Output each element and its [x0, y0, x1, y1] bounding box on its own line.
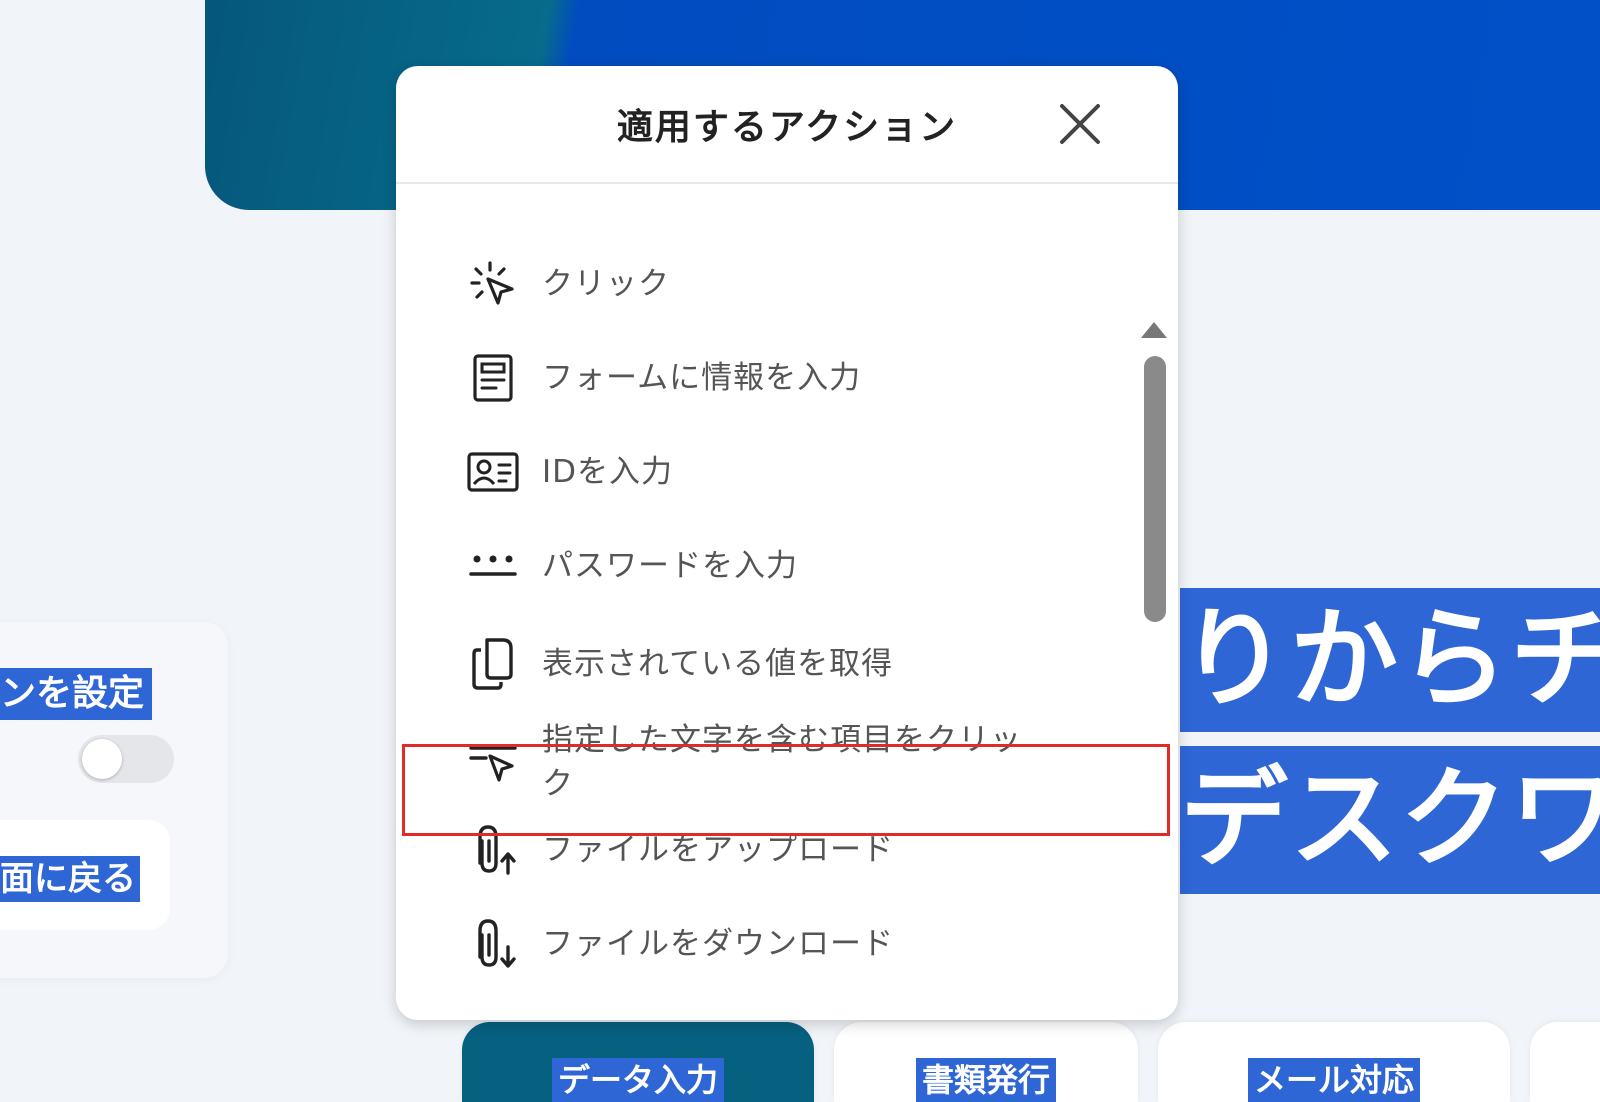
scrollbar-thumb[interactable] [1144, 356, 1166, 622]
copy-icon [466, 637, 520, 691]
close-button[interactable] [1056, 100, 1104, 148]
bottom-tab-data-entry[interactable]: データ入力 [462, 1022, 814, 1102]
action-item-click[interactable]: クリック [466, 244, 1086, 324]
action-item-label: 表示されている値を取得 [542, 646, 894, 682]
settings-card-label: ンを設定 [0, 668, 153, 720]
action-list[interactable]: クリック フォームに情報を入力 IDを入力 パスワードを入力 表示されている値を… [396, 184, 1178, 1020]
selection-highlight-frame [402, 744, 1170, 836]
bottom-tab-mail[interactable]: メール対応 [1158, 1022, 1510, 1102]
action-item-label: ファイルをダウンロード [542, 926, 894, 962]
action-item-get-displayed-value[interactable]: 表示されている値を取得 [466, 624, 1086, 704]
bottom-tab-label: 書類発行 [915, 1058, 1057, 1102]
action-item-label: クリック [542, 266, 670, 302]
action-item-label: フォームに情報を入力 [542, 360, 862, 396]
paperclip-download-icon [466, 917, 520, 971]
action-item-enter-id[interactable]: IDを入力 [466, 432, 1086, 512]
form-document-icon [466, 351, 520, 405]
click-pointer-icon [466, 257, 520, 311]
toggle-knob [82, 739, 122, 779]
modal-header: 適用するアクション [396, 66, 1178, 184]
bottom-tab-documents[interactable]: 書類発行 [834, 1022, 1138, 1102]
password-dots-icon [466, 539, 520, 593]
action-item-fill-form[interactable]: フォームに情報を入力 [466, 338, 1086, 418]
id-card-icon [466, 445, 520, 499]
bottom-tab-label: メール対応 [1247, 1058, 1421, 1102]
action-item-label: パスワードを入力 [542, 548, 798, 584]
settings-toggle[interactable] [78, 735, 174, 783]
back-button-label: 面に戻る [0, 856, 140, 902]
scroll-up-arrow-icon[interactable] [1141, 322, 1167, 338]
headline-line-1: りからチ [1180, 588, 1600, 732]
bottom-tab-more[interactable] [1530, 1022, 1600, 1102]
headline-line-2: デスクワ [1180, 746, 1600, 894]
action-item-enter-password[interactable]: パスワードを入力 [466, 526, 1086, 606]
action-item-download-file[interactable]: ファイルをダウンロード [466, 904, 1086, 984]
action-item-label: IDを入力 [542, 454, 674, 490]
action-picker-modal: 適用するアクション クリック フォームに情報を入力 IDを入力 パスワードを入力… [396, 66, 1178, 1020]
bottom-tab-label: データ入力 [551, 1058, 725, 1102]
close-icon [1060, 104, 1100, 144]
